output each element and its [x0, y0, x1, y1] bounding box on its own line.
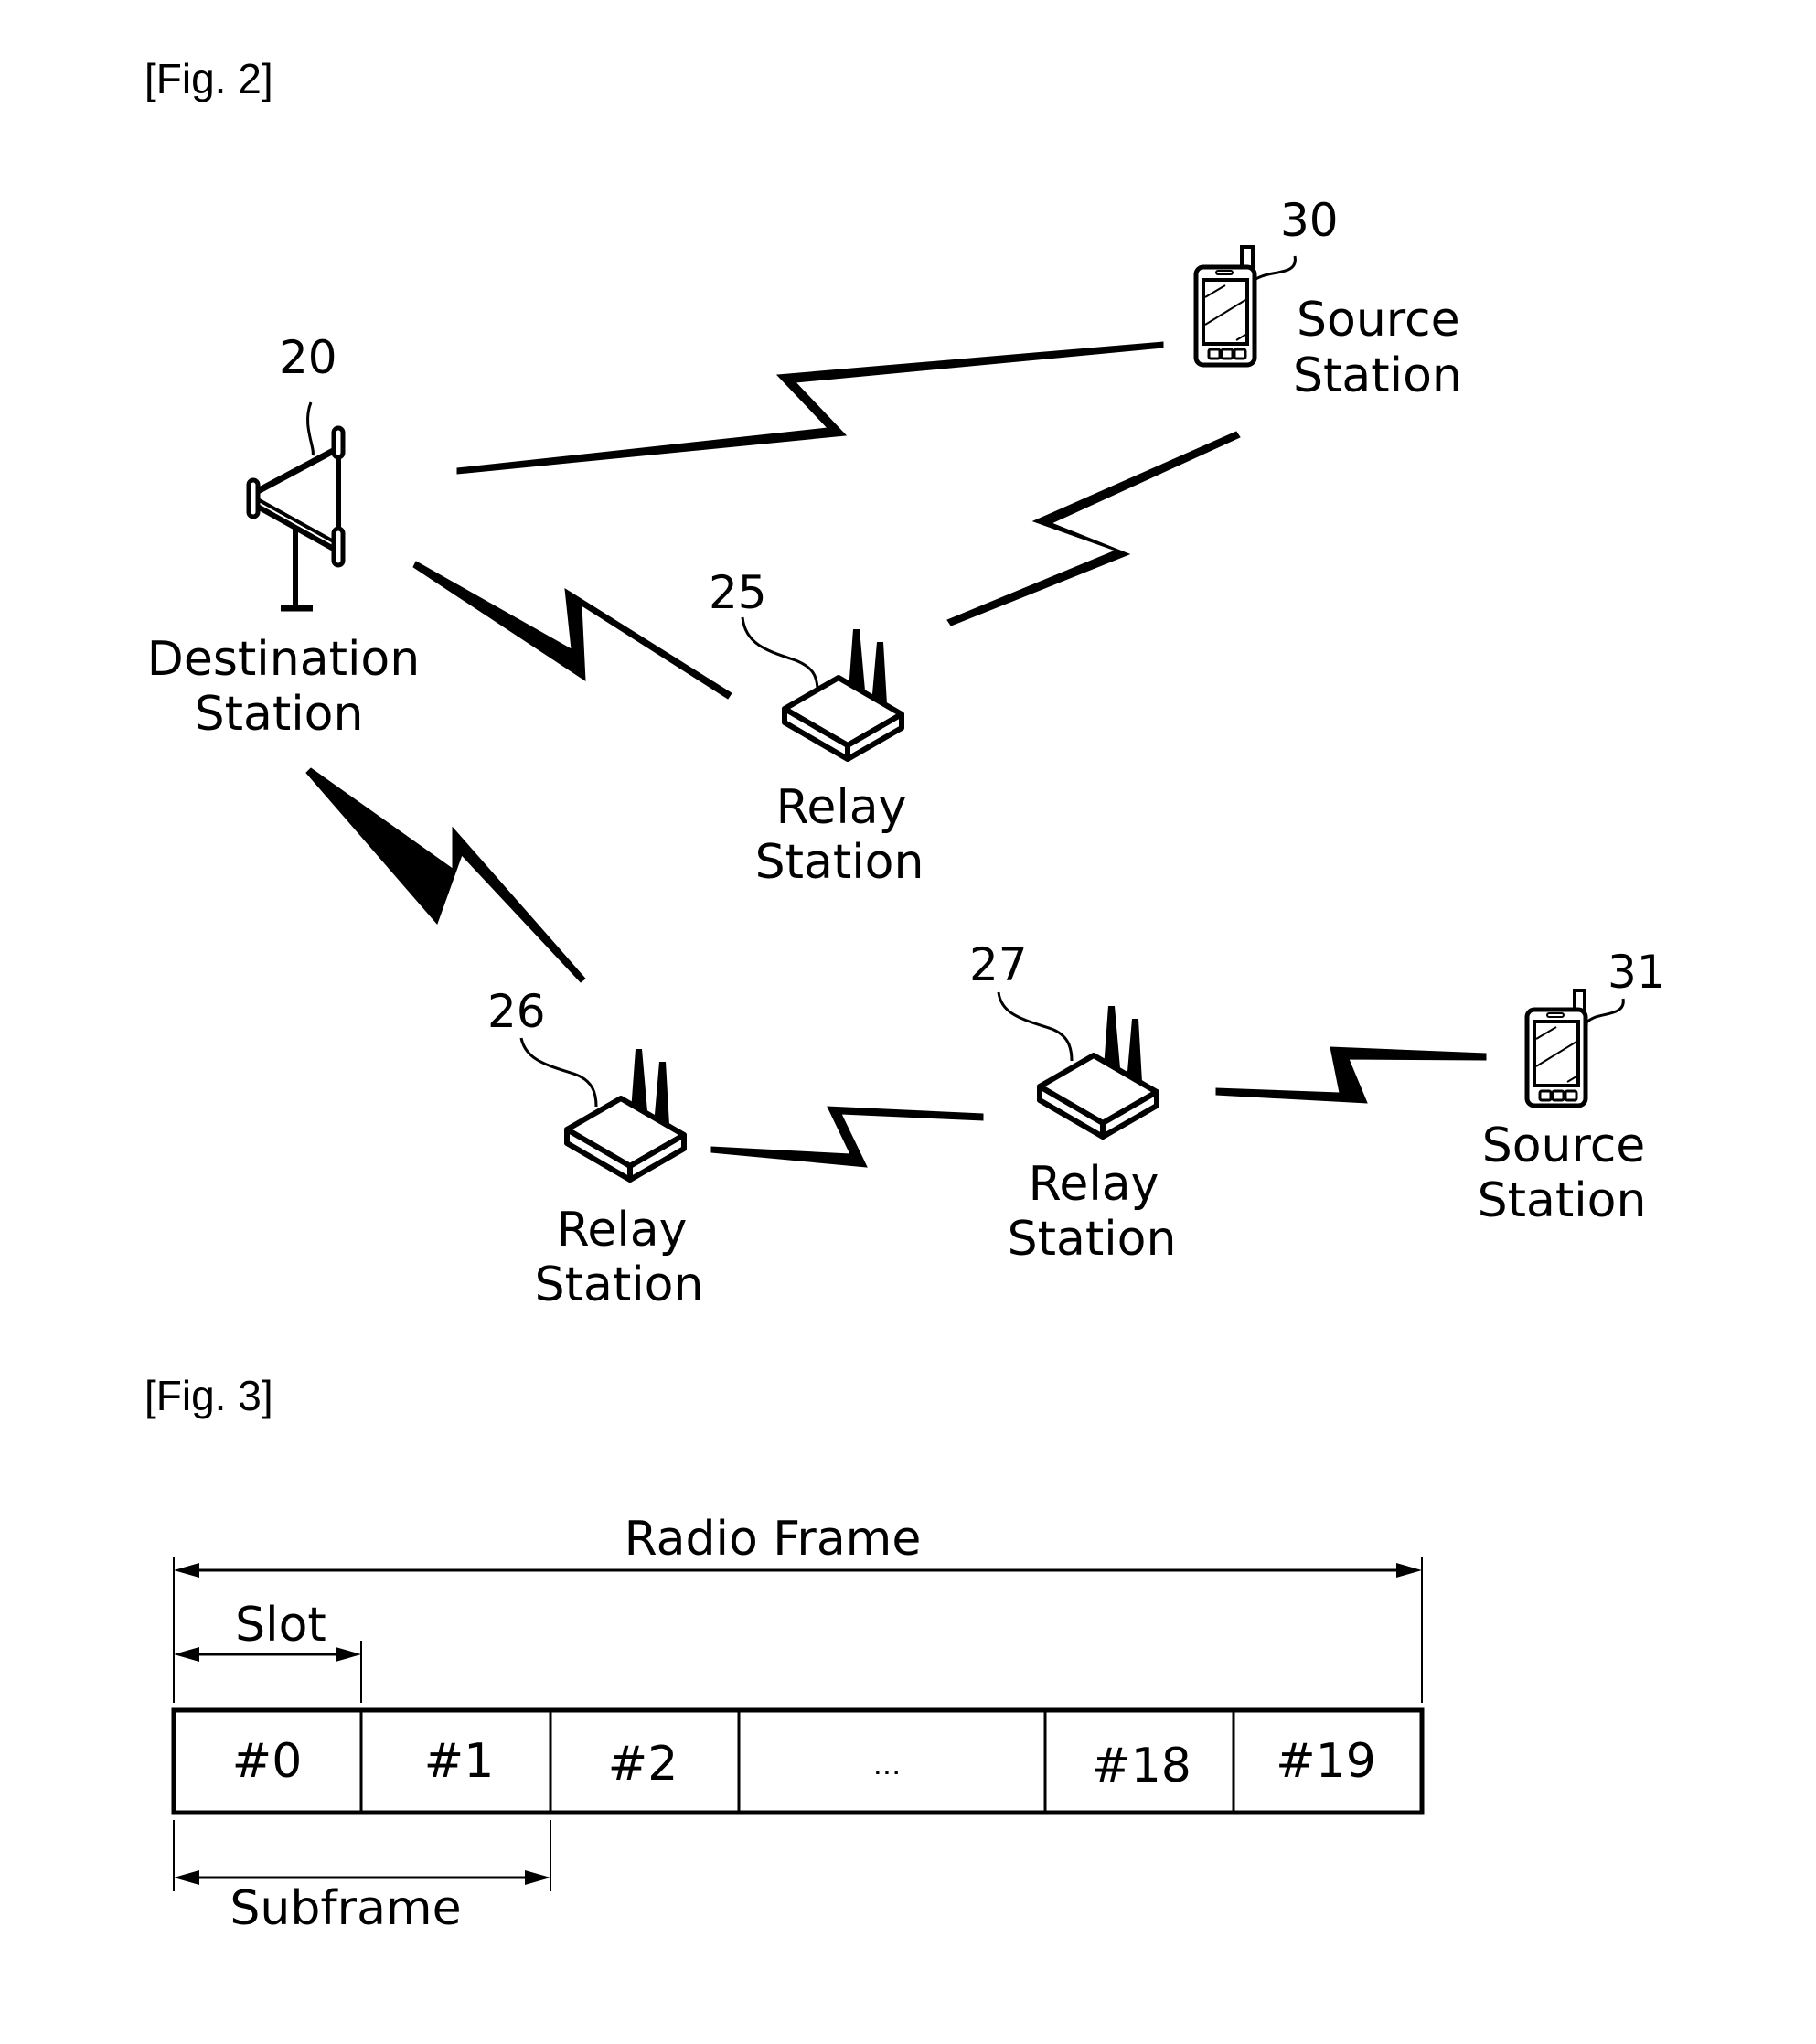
label-line2: Station — [755, 835, 924, 890]
ref-label: 27 — [969, 938, 1028, 991]
leader-line — [519, 1037, 598, 1108]
label-line1: Relay — [776, 780, 907, 835]
leader-line — [741, 616, 819, 689]
slot-cell-1: #1 — [424, 1734, 495, 1789]
source-station-31[interactable]: 31 Source Station — [1478, 946, 1666, 1228]
base-station-antenna-icon — [246, 425, 346, 612]
ref-label: 26 — [487, 985, 546, 1038]
label-line1: Relay — [1029, 1157, 1159, 1212]
ref-label: 31 — [1608, 946, 1666, 999]
arrowhead-right — [336, 1647, 361, 1662]
wireless-router-icon — [782, 629, 904, 762]
fig3-caption: [Fig. 3] — [144, 1372, 273, 1419]
link-relay27-source31 — [1215, 1046, 1487, 1104]
source-station-30[interactable]: 30 Source Station — [1193, 194, 1462, 403]
arrowhead-right — [525, 1870, 550, 1885]
arrowhead-left — [174, 1870, 199, 1885]
slot-cell-ellipsis: ... — [873, 1747, 902, 1782]
label-line1: Relay — [557, 1203, 688, 1257]
leader-line — [997, 991, 1074, 1062]
relay-station-27[interactable]: 27 Relay Station — [969, 938, 1176, 1267]
arrowhead-left — [174, 1647, 199, 1662]
slot-cell-2: #2 — [608, 1737, 678, 1792]
radio-frame-diagram: Radio Frame Slot #0 #1 #2 ... #18 #19 Su… — [171, 1512, 1425, 1936]
label-line2: Station — [1478, 1173, 1647, 1228]
label-line2: Station — [1008, 1212, 1177, 1267]
slot-cell-0: #0 — [232, 1734, 303, 1789]
radio-frame-label: Radio Frame — [625, 1512, 922, 1567]
relay-station-26[interactable]: 26 Relay Station — [487, 985, 703, 1312]
arrowhead-right — [1396, 1563, 1422, 1578]
slot-cell-18: #18 — [1091, 1739, 1191, 1793]
relay-station-25[interactable]: 25 Relay Station — [709, 566, 924, 890]
ref-label: 20 — [279, 331, 337, 384]
ref-label: 30 — [1280, 194, 1339, 247]
destination-station[interactable]: 20 Destination Station — [147, 331, 420, 742]
mobile-phone-icon — [1524, 989, 1588, 1108]
link-relay26-relay27 — [710, 1106, 984, 1168]
fig2-caption: [Fig. 2] — [144, 55, 273, 102]
arrowhead-left — [174, 1563, 199, 1578]
link-destination-relay26 — [305, 767, 586, 983]
leader-line — [1585, 998, 1625, 1028]
wireless-router-icon — [564, 1049, 687, 1183]
mobile-phone-icon — [1193, 245, 1257, 368]
label-line1: Source — [1482, 1118, 1646, 1173]
label-line1: Source — [1297, 293, 1460, 348]
wireless-router-icon — [1037, 1006, 1159, 1140]
label-line1: Destination — [147, 632, 420, 687]
label-line2: Station — [1293, 348, 1462, 403]
label-line2: Station — [535, 1257, 704, 1312]
slot-label: Slot — [235, 1598, 326, 1653]
leader-line — [306, 401, 315, 456]
subframe-label: Subframe — [230, 1881, 461, 1936]
patent-figures: [Fig. 2] 20 Destination Station 30 Sourc… — [144, 55, 1666, 1936]
link-source30-relay25 — [946, 431, 1241, 626]
link-destination-relay25 — [412, 561, 732, 700]
slot-cell-19: #19 — [1276, 1734, 1376, 1789]
leader-line — [1250, 255, 1297, 284]
link-destination-source30 — [456, 341, 1164, 475]
ref-label: 25 — [709, 566, 767, 619]
label-line2: Station — [195, 687, 364, 742]
